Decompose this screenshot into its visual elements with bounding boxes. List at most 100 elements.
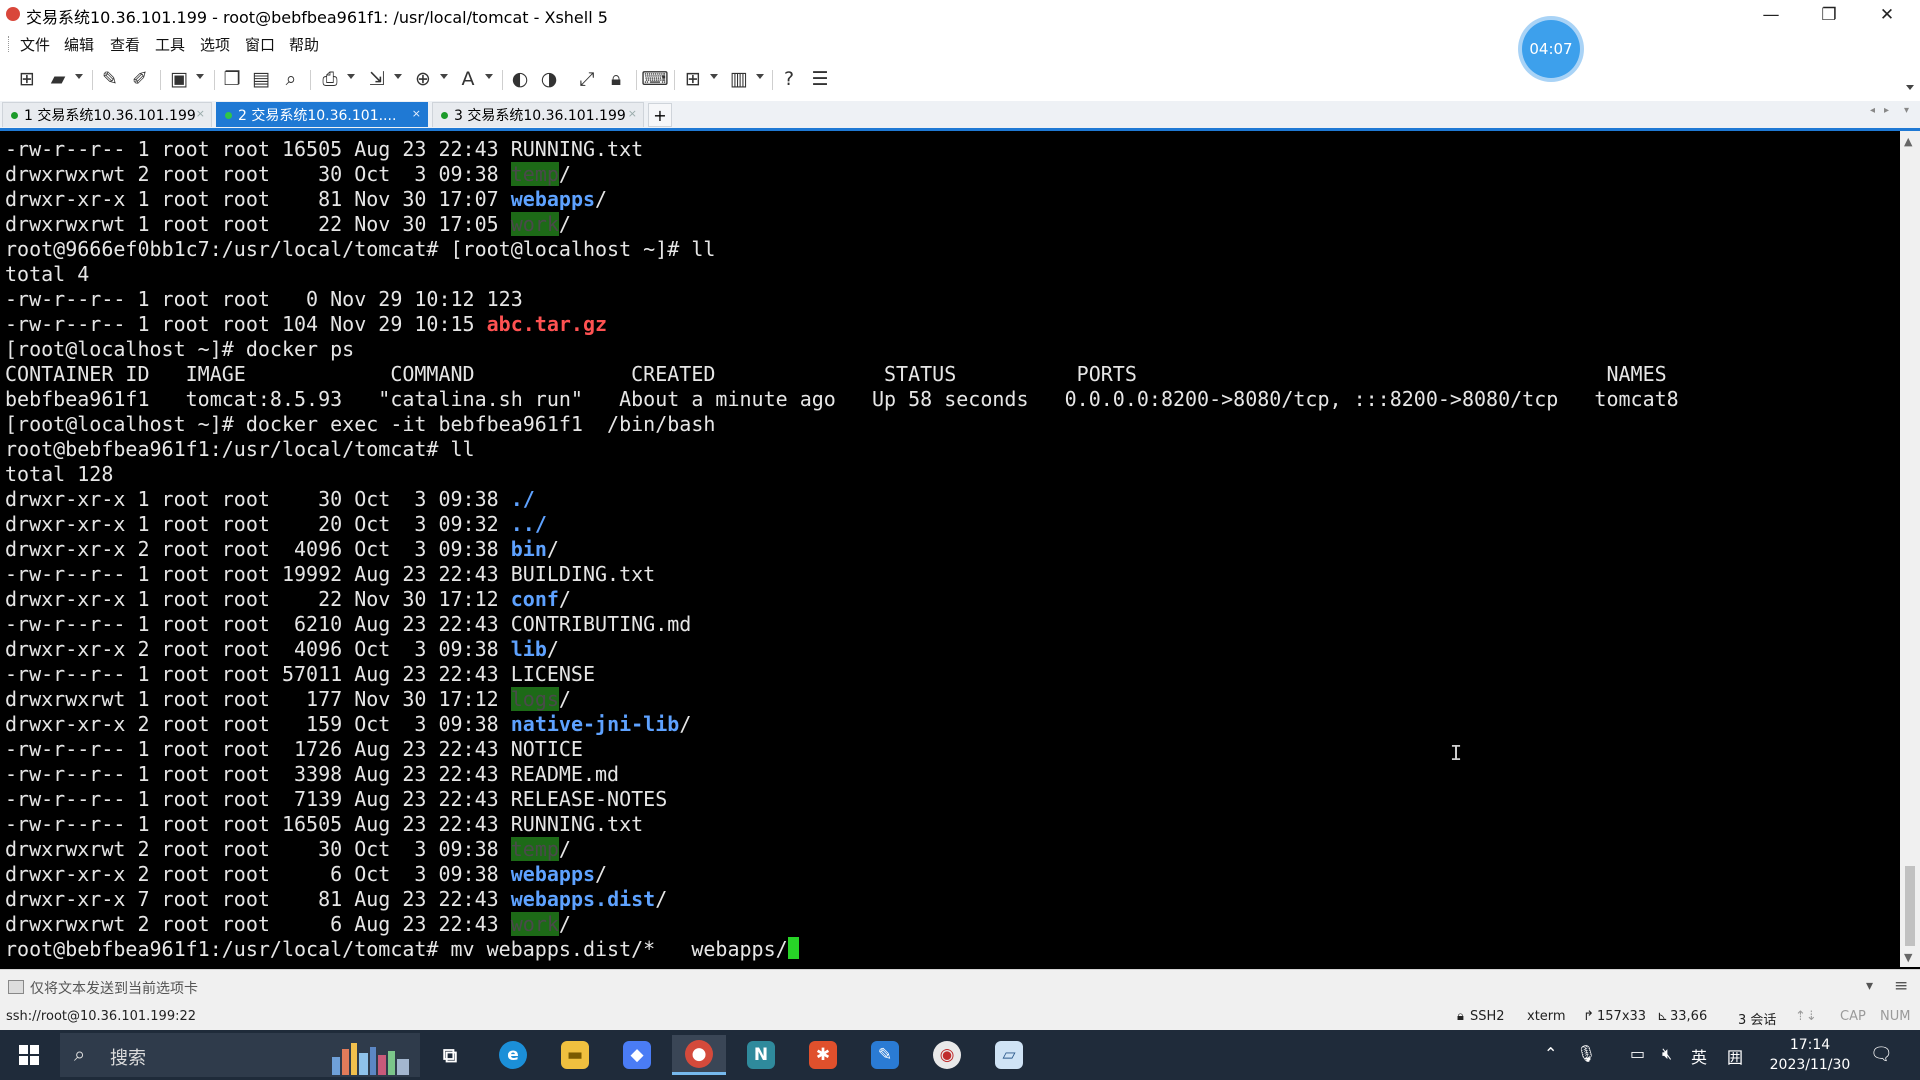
compose-input[interactable]: 仅将文本发送到当前选项卡 bbox=[30, 978, 198, 998]
macro-icon[interactable]: ◑ bbox=[537, 67, 561, 91]
terminal-text: -rw-r--r-- 1 root root 57011 Aug 23 22:4… bbox=[5, 662, 596, 686]
terminal-line: total 4 bbox=[5, 262, 1679, 287]
restore-button[interactable]: ❐ bbox=[1806, 0, 1852, 29]
microphone-icon[interactable]: 🎙︎ bbox=[1576, 1044, 1596, 1063]
compose-bar[interactable]: 仅将文本发送到当前选项卡 ▾ ≡ bbox=[0, 969, 1920, 1004]
terminal-text: drwxr-xr-x 1 root root 20 Oct 3 09:32 bbox=[5, 512, 511, 536]
terminal-line: drwxr-xr-x 1 root root 30 Oct 3 09:38 ./ bbox=[5, 487, 1679, 512]
terminal-scrollbar[interactable]: ▲ ▼ bbox=[1900, 131, 1920, 967]
scroll-down-icon[interactable]: ▼ bbox=[1904, 951, 1912, 964]
taskbar-search[interactable]: ⌕ 搜索 bbox=[60, 1033, 420, 1077]
scroll-up-icon[interactable]: ▲ bbox=[1904, 135, 1912, 148]
terminal-text: [root@localhost ~]# docker exec -it bebf… bbox=[5, 412, 716, 436]
xshell-task-icon[interactable]: ● bbox=[672, 1035, 726, 1075]
compose-menu-icon[interactable]: ≡ bbox=[1894, 976, 1908, 996]
globe-icon[interactable]: ⊕ bbox=[411, 67, 435, 91]
tab-prev-icon[interactable]: ◂ bbox=[1870, 105, 1875, 116]
tray-expand-icon[interactable]: ⌃ bbox=[1544, 1044, 1557, 1063]
terminal-line: drwxr-xr-x 2 root root 4096 Oct 3 09:38 … bbox=[5, 637, 1679, 662]
new-session-icon[interactable]: ⊞ bbox=[15, 67, 39, 91]
terminal-view[interactable]: -rw-r--r-- 1 root root 16505 Aug 23 22:4… bbox=[0, 131, 1900, 967]
file-explorer-icon[interactable]: ▬ bbox=[548, 1035, 602, 1075]
menu-tools[interactable]: 工具 bbox=[155, 34, 185, 55]
terminal-line: -rw-r--r-- 1 root root 6210 Aug 23 22:43… bbox=[5, 612, 1679, 637]
toolbar-separator bbox=[502, 70, 503, 90]
transfer-icon[interactable]: ⇲ bbox=[365, 67, 389, 91]
layout-icon[interactable]: ▥ bbox=[727, 67, 751, 91]
properties-icon[interactable]: ▣ bbox=[167, 67, 191, 91]
tab-session-3[interactable]: 3 交易系统10.36.101.199 × bbox=[432, 102, 644, 127]
task-view-icon[interactable]: ⧉ bbox=[423, 1035, 477, 1075]
tab-next-icon[interactable]: ▸ bbox=[1884, 105, 1889, 116]
minimize-button[interactable]: — bbox=[1748, 0, 1794, 29]
terminal-line: drwxr-xr-x 2 root root 4096 Oct 3 09:38 … bbox=[5, 537, 1679, 562]
open-dropdown-icon[interactable] bbox=[75, 74, 83, 79]
ime-language[interactable]: 英 bbox=[1691, 1044, 1707, 1068]
tab-close-icon[interactable]: × bbox=[628, 107, 637, 120]
terminal-cursor bbox=[787, 937, 799, 959]
new-tab-button[interactable]: + bbox=[648, 103, 672, 127]
toolbar-separator bbox=[214, 70, 215, 90]
notes-task-icon[interactable]: ▱ bbox=[982, 1035, 1036, 1075]
reconnect-icon[interactable]: ✎ bbox=[98, 67, 122, 91]
add-icon[interactable]: ⊞ bbox=[681, 67, 705, 91]
terminal-text: total 4 bbox=[5, 262, 90, 286]
globe-dropdown-icon[interactable] bbox=[440, 74, 448, 79]
copy-icon[interactable]: ❐ bbox=[220, 67, 244, 91]
chat-icon[interactable]: ☰ bbox=[808, 67, 832, 91]
open-folder-icon[interactable]: ▰ bbox=[46, 67, 70, 91]
fullscreen-icon[interactable]: ⤢ bbox=[575, 67, 599, 91]
terminal-text: drwxrwxrwt 1 root root 22 Nov 30 17:05 bbox=[5, 212, 511, 236]
tab-list-icon[interactable]: ▾ bbox=[1904, 105, 1909, 116]
tab-session-2[interactable]: 2 交易系统10.36.101.... × bbox=[216, 102, 428, 127]
properties-dropdown-icon[interactable] bbox=[196, 74, 204, 79]
terminal-line: root@9666ef0bb1c7:/usr/local/tomcat# [ro… bbox=[5, 237, 1679, 262]
text-cursor-icon: I bbox=[1450, 741, 1463, 765]
taskbar-clock[interactable]: 17:14 2023/11/30 bbox=[1760, 1035, 1860, 1075]
scrollbar-thumb[interactable] bbox=[1905, 866, 1915, 946]
compose-dropdown-icon[interactable]: ▾ bbox=[1866, 978, 1873, 994]
print-dropdown-icon[interactable] bbox=[347, 74, 355, 79]
disconnect-icon[interactable]: ✐ bbox=[128, 67, 152, 91]
connected-indicator-icon bbox=[11, 111, 18, 119]
tab-close-icon[interactable]: × bbox=[412, 107, 421, 120]
help-icon[interactable]: ? bbox=[777, 67, 801, 91]
edge-browser-icon[interactable]: e bbox=[486, 1035, 540, 1075]
keyboard-icon[interactable]: ⌨ bbox=[641, 67, 668, 91]
menu-window[interactable]: 窗口 bbox=[245, 34, 275, 55]
menu-options[interactable]: 选项 bbox=[200, 34, 230, 55]
lock-icon[interactable]: 🔒︎ bbox=[604, 67, 628, 91]
font-icon[interactable]: A bbox=[456, 67, 480, 91]
paste-icon[interactable]: ▤ bbox=[249, 67, 273, 91]
layout-dropdown-icon[interactable] bbox=[756, 74, 764, 79]
script-icon[interactable]: ◐ bbox=[508, 67, 532, 91]
tab-close-icon[interactable]: × bbox=[196, 107, 205, 120]
volume-muted-icon[interactable]: 🔇︎ bbox=[1662, 1044, 1672, 1064]
start-button[interactable] bbox=[0, 1030, 58, 1080]
terminal-text: / bbox=[558, 837, 571, 861]
draw-task-icon[interactable]: ✎ bbox=[858, 1035, 912, 1075]
terminal-line: drwxrwxrwt 1 root root 22 Nov 30 17:05 w… bbox=[5, 212, 1679, 237]
add-dropdown-icon[interactable] bbox=[710, 74, 718, 79]
notepad-task-icon[interactable]: N bbox=[734, 1035, 788, 1075]
tab-session-1[interactable]: 1 交易系统10.36.101.199 × bbox=[2, 102, 212, 127]
font-dropdown-icon[interactable] bbox=[485, 74, 493, 79]
notification-icon[interactable]: 🗨︎ bbox=[1870, 1044, 1893, 1065]
menu-file[interactable]: 文件 bbox=[20, 34, 50, 55]
cursor-pos-icon: ⊾ bbox=[1657, 1009, 1668, 1024]
recording-timer[interactable]: 04:07 bbox=[1522, 20, 1580, 78]
toolbar-overflow-icon[interactable] bbox=[1906, 85, 1914, 90]
ime-mode-icon[interactable]: 囲 bbox=[1727, 1044, 1743, 1068]
close-button[interactable]: ✕ bbox=[1864, 0, 1910, 29]
menu-view[interactable]: 查看 bbox=[110, 34, 140, 55]
menu-edit[interactable]: 编辑 bbox=[64, 34, 94, 55]
feishu-icon[interactable]: ◆ bbox=[610, 1035, 664, 1075]
office-task-icon[interactable]: ✱ bbox=[796, 1035, 850, 1075]
menu-help[interactable]: 帮助 bbox=[289, 34, 319, 55]
network-icon[interactable]: ▭ bbox=[1630, 1044, 1645, 1063]
transfer-dropdown-icon[interactable] bbox=[394, 74, 402, 79]
browser-extra-icon[interactable]: ◉ bbox=[920, 1035, 974, 1075]
find-icon[interactable]: ⌕ bbox=[279, 67, 303, 91]
print-icon[interactable]: ⎙ bbox=[318, 67, 342, 91]
sticky-directory-name: temp bbox=[510, 162, 559, 186]
